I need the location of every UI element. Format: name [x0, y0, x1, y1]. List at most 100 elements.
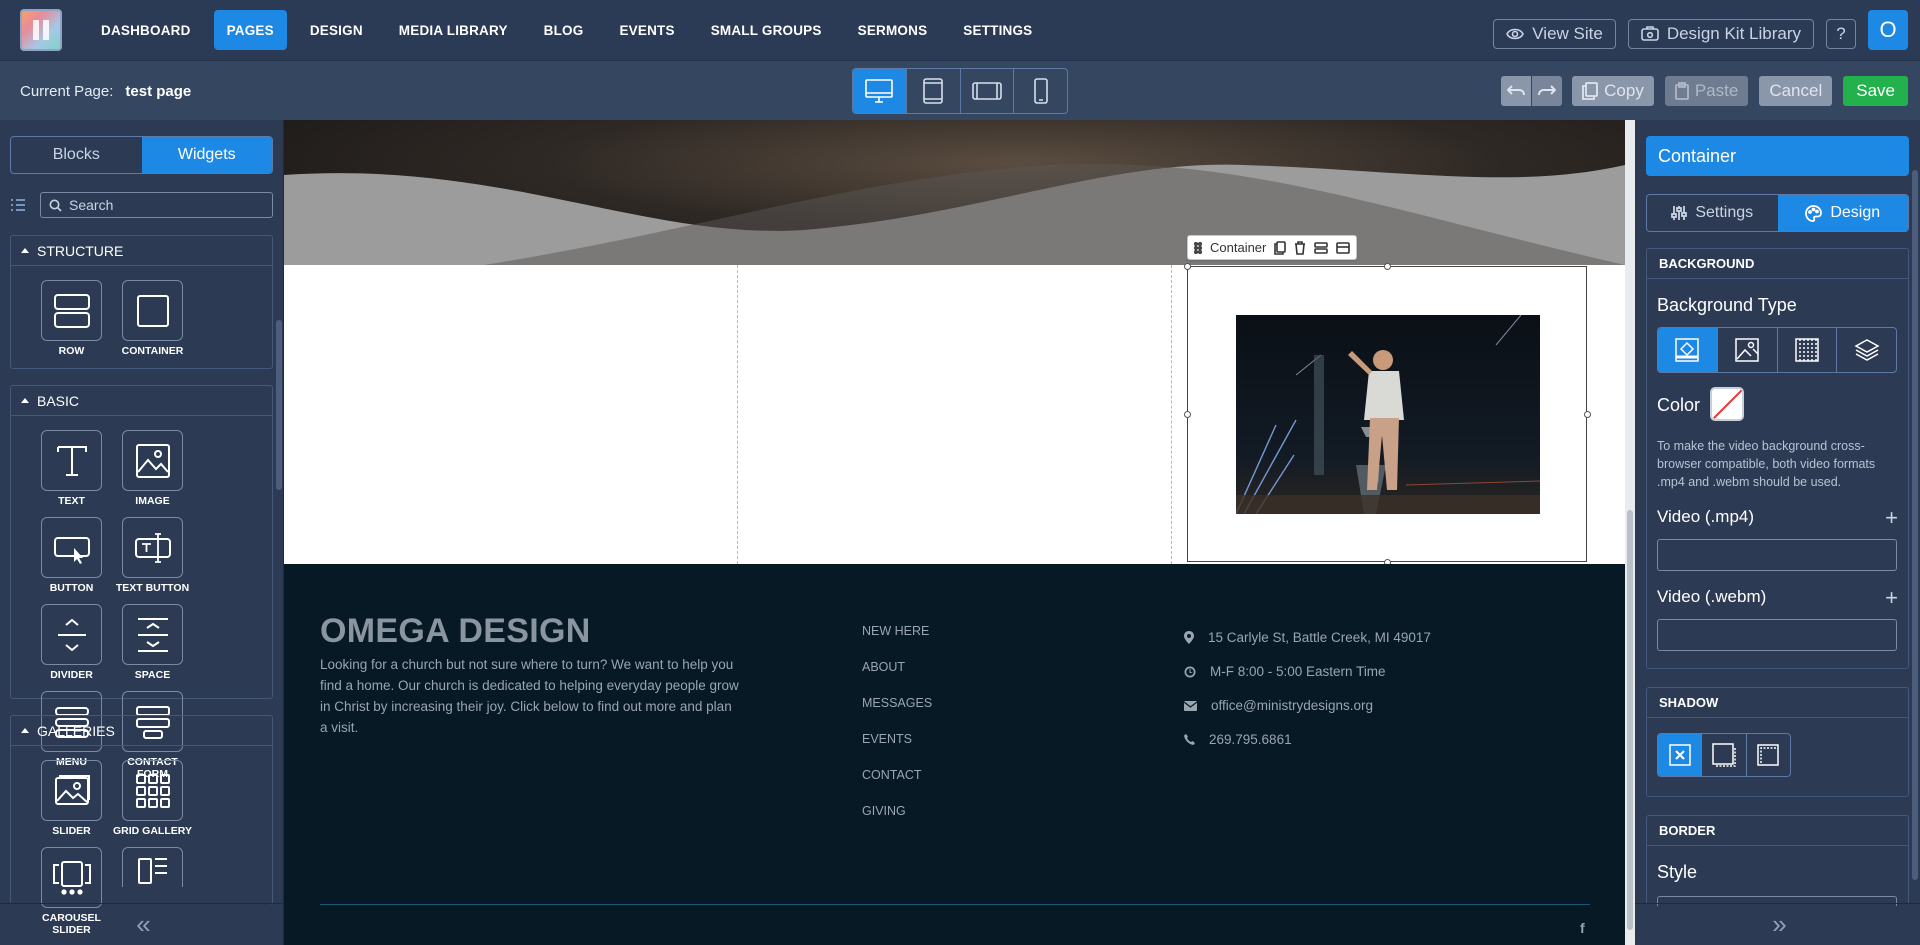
design-kit-library-button[interactable]: Design Kit Library: [1627, 19, 1814, 49]
delete-icon[interactable]: [1294, 240, 1306, 255]
widget-grid-gallery[interactable]: GRID GALLERY: [112, 760, 193, 837]
save-button[interactable]: Save: [1843, 76, 1908, 106]
widget-search-input[interactable]: Search: [40, 192, 273, 218]
collapse-left-panel-button[interactable]: «: [0, 903, 283, 945]
duplicate-icon[interactable]: [1274, 240, 1287, 255]
tab-widgets[interactable]: Widgets: [141, 137, 272, 173]
widget-divider[interactable]: DIVIDER: [31, 604, 112, 681]
video-webm-input[interactable]: [1657, 619, 1897, 651]
eye-icon: [1506, 28, 1525, 40]
widget-image[interactable]: IMAGE: [112, 430, 193, 507]
nav-pages[interactable]: PAGES: [213, 10, 287, 50]
section-basic-header[interactable]: BASIC: [11, 386, 272, 416]
widget-row[interactable]: ROW: [31, 280, 112, 357]
no-shadow-icon: [1668, 744, 1691, 766]
footer-link-events[interactable]: EVENTS: [862, 732, 932, 768]
undo-button[interactable]: [1501, 76, 1532, 106]
footer-link-about[interactable]: ABOUT: [862, 660, 932, 696]
shadow-none-button[interactable]: [1658, 734, 1703, 776]
phone-icon: [1184, 734, 1195, 745]
left-panel-scrollbar[interactable]: [276, 320, 282, 490]
shadow-inner-button[interactable]: [1747, 734, 1790, 776]
footer-address-text: 15 Carlyle St, Battle Creek, MI 49017: [1208, 630, 1431, 645]
widget-text-button[interactable]: TEXT BUTTON: [112, 517, 193, 594]
search-placeholder: Search: [69, 197, 114, 213]
widget-slider[interactable]: SLIDER: [31, 760, 112, 837]
section-galleries-header[interactable]: GALLERIES: [11, 716, 272, 746]
nav-design[interactable]: DESIGN: [297, 10, 376, 50]
bg-type-image-button[interactable]: [1718, 328, 1778, 372]
color-swatch-picker[interactable]: [1710, 387, 1744, 421]
background-heading[interactable]: BACKGROUND: [1647, 249, 1908, 279]
widget-container[interactable]: CONTAINER: [112, 280, 193, 357]
add-webm-icon[interactable]: +: [1885, 585, 1898, 611]
shadow-heading[interactable]: SHADOW: [1647, 688, 1908, 718]
expand-right-panel-button[interactable]: »: [1635, 903, 1920, 945]
nav-settings[interactable]: SETTINGS: [950, 10, 1045, 50]
paste-button[interactable]: Paste: [1664, 76, 1749, 106]
row-parent-icon[interactable]: [1314, 241, 1329, 255]
bg-type-color-button[interactable]: [1658, 328, 1718, 372]
footer-link-giving[interactable]: GIVING: [862, 804, 932, 840]
redo-icon: [1538, 85, 1557, 96]
mobile-icon: [1033, 78, 1048, 104]
page-canvas[interactable]: Container OMEGA DESIGN Looking for a chu…: [284, 120, 1625, 945]
mobile-view-button[interactable]: [1014, 69, 1067, 113]
resize-handle[interactable]: [1184, 263, 1191, 270]
tablet-landscape-view-button[interactable]: [961, 69, 1015, 113]
footer-link-messages[interactable]: MESSAGES: [862, 696, 932, 732]
palette-icon: [1805, 204, 1823, 222]
nav-sermons[interactable]: SERMONS: [845, 10, 941, 50]
facebook-icon[interactable]: f: [1580, 920, 1585, 936]
resize-handle[interactable]: [1184, 411, 1191, 418]
drag-handle-icon[interactable]: [1194, 241, 1202, 254]
bg-type-gradient-button[interactable]: [1778, 328, 1838, 372]
section-structure-header[interactable]: STRUCTURE: [11, 236, 272, 266]
copy-button[interactable]: Copy: [1572, 76, 1654, 106]
section-galleries: GALLERIES SLIDER GRID GALLERY CAROUSEL S…: [10, 715, 273, 936]
widget-text[interactable]: TEXT: [31, 430, 112, 507]
sliders-icon: [1671, 206, 1688, 220]
tab-settings[interactable]: Settings: [1647, 195, 1778, 231]
video-compatibility-note: To make the video background cross-brows…: [1657, 439, 1876, 489]
redo-button[interactable]: [1532, 76, 1563, 106]
nav-blog[interactable]: BLOG: [531, 10, 597, 50]
nav-dashboard[interactable]: DASHBOARD: [88, 10, 204, 50]
video-mp4-input[interactable]: [1657, 539, 1897, 571]
nav-events[interactable]: EVENTS: [606, 10, 687, 50]
bg-type-video-button[interactable]: [1837, 328, 1896, 372]
user-avatar[interactable]: O: [1868, 10, 1908, 50]
widget-button[interactable]: BUTTON: [31, 517, 112, 594]
footer-link-new-here[interactable]: NEW HERE: [862, 624, 932, 660]
border-heading[interactable]: BORDER: [1647, 816, 1908, 846]
right-panel-scrollbar[interactable]: [1912, 170, 1918, 880]
tab-blocks[interactable]: Blocks: [11, 137, 142, 173]
nav-media-library[interactable]: MEDIA LIBRARY: [386, 10, 521, 50]
resize-handle[interactable]: [1384, 263, 1391, 270]
speaker-photo[interactable]: [1236, 315, 1540, 514]
shadow-outer-button[interactable]: [1702, 734, 1747, 776]
border-style-label: Style: [1657, 862, 1698, 882]
hero-section[interactable]: [284, 120, 1625, 265]
add-mp4-icon[interactable]: +: [1885, 505, 1898, 531]
list-view-icon[interactable]: [10, 198, 26, 212]
resize-handle[interactable]: [1584, 411, 1591, 418]
tablet-view-button[interactable]: [907, 69, 961, 113]
footer-phone[interactable]: 269.795.6861: [1184, 719, 1431, 760]
nav-small-groups[interactable]: SMALL GROUPS: [698, 10, 835, 50]
site-footer[interactable]: OMEGA DESIGN Looking for a church but no…: [284, 564, 1625, 945]
clock-icon: [1184, 666, 1196, 677]
view-site-button[interactable]: View Site: [1493, 19, 1616, 49]
cancel-button[interactable]: Cancel: [1759, 76, 1833, 106]
canvas-scroll-thumb[interactable]: [1627, 510, 1633, 930]
desktop-view-button[interactable]: [853, 69, 907, 113]
canvas-scrollbar[interactable]: [1625, 120, 1635, 945]
section-parent-icon[interactable]: [1336, 241, 1351, 255]
app-logo[interactable]: [20, 9, 62, 51]
help-button[interactable]: ?: [1826, 19, 1856, 49]
widget-space[interactable]: SPACE: [112, 604, 193, 681]
collapse-triangle-icon: [21, 728, 29, 733]
footer-link-contact[interactable]: CONTACT: [862, 768, 932, 804]
tab-design[interactable]: Design: [1777, 195, 1908, 231]
image-icon: [1735, 338, 1759, 362]
